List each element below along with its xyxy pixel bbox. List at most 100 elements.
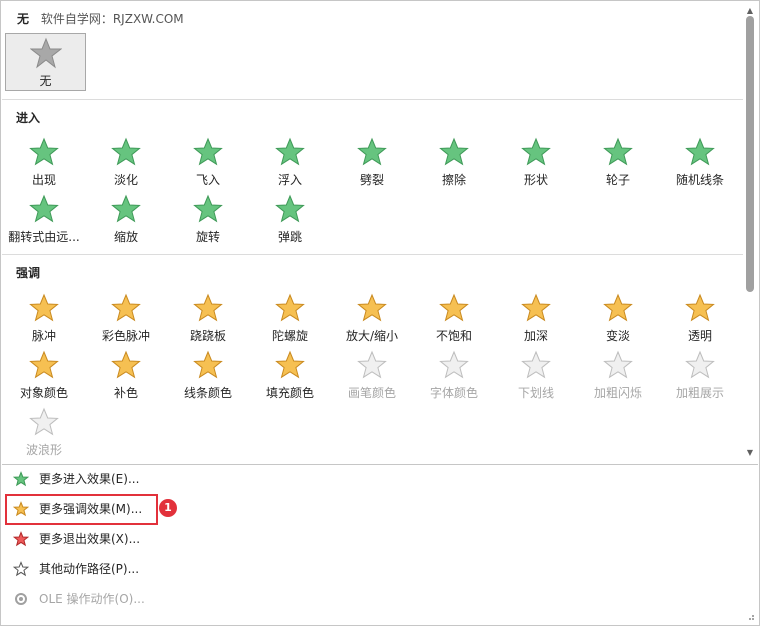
outline-star-icon [13, 561, 29, 577]
emphasis-effect-label: 加深 [523, 329, 548, 343]
emphasis-effect-label: 不饱和 [435, 329, 472, 343]
emphasis-effect-label: 字体颜色 [429, 386, 478, 400]
emphasis-effect-label: 加粗闪烁 [593, 386, 642, 400]
emphasis-effect-tile[interactable]: 波浪形 [3, 403, 85, 459]
emphasis-effect-tile[interactable]: 对象颜色 [3, 346, 85, 402]
star-emphasis-lighten-icon [603, 293, 633, 322]
emphasis-section-title: 强调 [16, 266, 41, 280]
emphasis-effect-tile[interactable]: 脉冲 [3, 289, 85, 345]
entrance-effect-tile[interactable]: 擦除 [413, 133, 495, 189]
emphasis-effect-tile[interactable]: 陀螺旋 [249, 289, 331, 345]
star-entrance-float-in-icon [275, 137, 305, 166]
entrance-effect-label: 缩放 [113, 230, 138, 244]
entrance-effect-tile[interactable]: 弹跳 [249, 190, 331, 246]
green-star-icon [13, 471, 29, 487]
star-entrance-fly-in-icon [193, 137, 223, 166]
animation-gallery: 无 软件自学网：RJZXW.COM 无 进入 出现 淡化 飞入 浮入 劈裂 擦除 形状 轮子 随… [0, 0, 760, 626]
star-entrance-appear-icon [29, 137, 59, 166]
star-emphasis-bold-flash-icon [603, 350, 633, 379]
menu-item[interactable]: 更多退出效果(X)... [5, 525, 155, 553]
scrollbar-thumb[interactable] [746, 16, 754, 292]
star-entrance-wipe-icon [439, 137, 469, 166]
star-entrance-fade-icon [111, 137, 141, 166]
emphasis-effect-tile[interactable]: 填充颜色 [249, 346, 331, 402]
watermark-text: 软件自学网：RJZXW.COM [40, 12, 184, 26]
star-entrance-grow-turn-icon [29, 194, 59, 223]
emphasis-effect-tile[interactable]: 加深 [495, 289, 577, 345]
emphasis-effect-tile[interactable]: 下划线 [495, 346, 577, 402]
menu-item[interactable]: 更多进入效果(E)... [5, 465, 155, 493]
star-entrance-swivel-icon [193, 194, 223, 223]
entrance-effect-tile[interactable]: 淡化 [85, 133, 167, 189]
separator [2, 99, 743, 100]
star-emphasis-object-color-icon [29, 350, 59, 379]
entrance-effect-tile[interactable]: 缩放 [85, 190, 167, 246]
emphasis-effect-tile[interactable]: 画笔颜色 [331, 346, 413, 402]
gray-star-icon [29, 37, 62, 69]
entrance-effect-tile[interactable]: 形状 [495, 133, 577, 189]
vertical-scrollbar[interactable]: ▲ ▼ [743, 2, 757, 463]
star-emphasis-brush-color-icon [357, 350, 387, 379]
entrance-effect-tile[interactable]: 出现 [3, 133, 85, 189]
emphasis-effect-tile[interactable]: 补色 [85, 346, 167, 402]
entrance-effect-label: 淡化 [113, 173, 138, 187]
emphasis-effect-label: 补色 [113, 386, 138, 400]
entrance-effect-tile[interactable]: 轮子 [577, 133, 659, 189]
emphasis-effect-label: 脉冲 [31, 329, 56, 343]
star-emphasis-fill-color-icon [275, 350, 305, 379]
emphasis-effect-tile[interactable]: 字体颜色 [413, 346, 495, 402]
star-emphasis-complementary-icon [111, 350, 141, 379]
emphasis-effect-label: 画笔颜色 [347, 386, 396, 400]
menu-item-label: OLE 操作动作(O)... [39, 592, 145, 606]
resize-grip-icon[interactable] [747, 613, 755, 621]
star-emphasis-line-color-icon [193, 350, 223, 379]
emphasis-effect-tile[interactable]: 不饱和 [413, 289, 495, 345]
star-entrance-wheel-icon [603, 137, 633, 166]
menu-item-label: 其他动作路径(P)... [39, 562, 140, 576]
entrance-effect-tile[interactable]: 随机线条 [659, 133, 741, 189]
star-emphasis-pulse-icon [29, 293, 59, 322]
scroll-down-arrow-icon[interactable]: ▼ [743, 446, 757, 460]
entrance-effect-label: 弹跳 [277, 230, 302, 244]
entrance-effect-label: 轮子 [605, 173, 630, 187]
emphasis-effect-tile[interactable]: 加粗闪烁 [577, 346, 659, 402]
star-entrance-bounce-icon [275, 194, 305, 223]
entrance-effect-tile[interactable]: 浮入 [249, 133, 331, 189]
emphasis-effect-tile[interactable]: 线条颜色 [167, 346, 249, 402]
emphasis-effect-label: 对象颜色 [19, 386, 68, 400]
emphasis-effect-label: 透明 [687, 329, 712, 343]
effect-none-tile[interactable]: 无 [5, 33, 86, 91]
emphasis-effect-label: 线条颜色 [183, 386, 232, 400]
entrance-effect-label: 浮入 [277, 173, 302, 187]
star-emphasis-darken-icon [521, 293, 551, 322]
entrance-effect-tile[interactable]: 劈裂 [331, 133, 413, 189]
entrance-effect-tile[interactable]: 飞入 [167, 133, 249, 189]
step-badge: 1 [159, 499, 177, 517]
emphasis-effect-tile[interactable]: 放大/缩小 [331, 289, 413, 345]
emphasis-effect-tile[interactable]: 变淡 [577, 289, 659, 345]
star-emphasis-grow-shrink-icon [357, 293, 387, 322]
gear-icon [15, 593, 27, 605]
star-emphasis-underline-icon [521, 350, 551, 379]
entrance-effect-label: 飞入 [195, 173, 220, 187]
star-entrance-shape-icon [521, 137, 551, 166]
entrance-effect-tile[interactable]: 旋转 [167, 190, 249, 246]
emphasis-effect-label: 下划线 [517, 386, 554, 400]
entrance-effect-label: 随机线条 [675, 173, 724, 187]
menu-item-label: 更多退出效果(X)... [39, 532, 141, 546]
star-emphasis-font-color-icon [439, 350, 469, 379]
entrance-section-title: 进入 [16, 111, 41, 125]
star-emphasis-desaturate-icon [439, 293, 469, 322]
entrance-effect-label: 擦除 [441, 173, 466, 187]
entrance-effect-tile[interactable]: 翻转式由远... [3, 190, 85, 246]
emphasis-effect-tile[interactable]: 彩色脉冲 [85, 289, 167, 345]
emphasis-effect-tile[interactable]: 跷跷板 [167, 289, 249, 345]
emphasis-effect-tile[interactable]: 透明 [659, 289, 741, 345]
emphasis-effect-label: 变淡 [605, 329, 630, 343]
emphasis-effect-label: 填充颜色 [265, 386, 314, 400]
emphasis-effect-tile[interactable]: 加粗展示 [659, 346, 741, 402]
emphasis-effect-label: 彩色脉冲 [101, 329, 150, 343]
menu-item[interactable]: 其他动作路径(P)... [5, 555, 155, 583]
emphasis-effect-label: 跷跷板 [189, 329, 226, 343]
star-emphasis-teeter-icon [193, 293, 223, 322]
